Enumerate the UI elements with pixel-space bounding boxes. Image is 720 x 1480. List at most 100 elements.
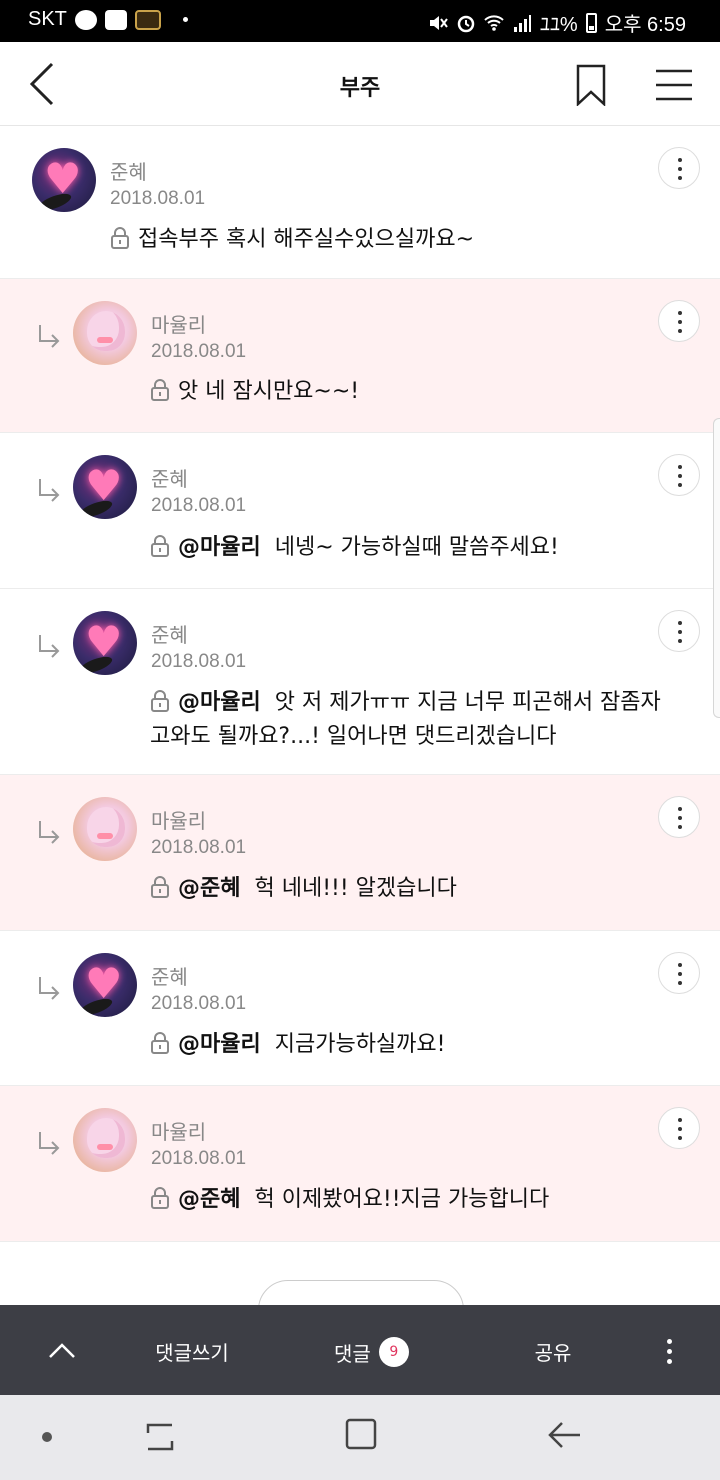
comment-author[interactable]: 준혜: [151, 619, 188, 648]
comment-body: 앗 네 잠시만요~~!: [150, 375, 690, 409]
wifi-icon: [484, 14, 504, 31]
bookmark-icon[interactable]: [574, 64, 608, 106]
image-icon: [104, 9, 127, 30]
hamburger-menu-icon[interactable]: [654, 68, 694, 102]
comment-text: 접속부주 혹시 해주실수있으실까요~: [138, 227, 475, 252]
comment-item: 준혜 2018.08.01 접속부주 혹시 해주실수있으실까요~: [0, 126, 720, 279]
mention-link[interactable]: @마율리: [178, 690, 261, 715]
nav-dot-icon[interactable]: [42, 1432, 52, 1442]
reply-item: 마율리 2018.08.01 @준혜 헉 이제봤어요!!지금 가능합니다: [0, 1086, 720, 1242]
comment-date: 2018.08.01: [151, 341, 247, 362]
reply-arrow-icon: [39, 977, 60, 1000]
avatar[interactable]: [73, 301, 137, 365]
talk-icon: [74, 9, 97, 30]
comment-author[interactable]: 마율리: [151, 1116, 206, 1145]
status-left: SKT: [28, 8, 188, 31]
comment-author[interactable]: 준혜: [151, 961, 188, 990]
mention-link[interactable]: @준혜: [178, 1187, 240, 1212]
home-square-icon[interactable]: [344, 1417, 378, 1451]
lock-icon: [151, 1032, 169, 1054]
system-nav-bar: [0, 1395, 720, 1480]
mention-link[interactable]: @마율리: [178, 535, 261, 560]
more-options-icon[interactable]: [656, 1335, 682, 1367]
share-button[interactable]: 공유: [530, 1337, 576, 1366]
comment-text: 헉 이제봤어요!!지금 가능합니다: [254, 1187, 550, 1212]
reply-arrow-icon: [39, 821, 60, 844]
page-title: 부주: [339, 76, 381, 101]
comment-text: 앗 저 제가ㅠㅠ 지금 너무 피곤해서 잠좀자: [274, 690, 661, 715]
avatar[interactable]: [32, 148, 96, 212]
mention-link[interactable]: @마율리: [178, 1032, 261, 1057]
reply-arrow-icon: [39, 325, 60, 348]
comment-text-continued: 고와도 될까요?...! 일어나면 댓드리겠습니다: [150, 724, 557, 749]
comment-date: 2018.08.01: [110, 188, 206, 209]
comments-button[interactable]: 댓글 9: [334, 1337, 409, 1367]
comment-author[interactable]: 준혜: [151, 463, 188, 492]
scroll-handle[interactable]: [713, 418, 720, 718]
avatar[interactable]: [73, 797, 137, 861]
signal-icon: [513, 14, 531, 32]
comment-list: 준혜 2018.08.01 접속부주 혹시 해주실수있으실까요~ 마율리 201…: [0, 126, 720, 1242]
comment-body: @마율리 지금가능하실까요!: [150, 1028, 690, 1062]
comment-text: 헉 네네!!! 알겠습니다: [254, 876, 457, 901]
comment-more-button[interactable]: [658, 796, 700, 838]
comment-more-button[interactable]: [658, 147, 700, 189]
reply-item: 준혜 2018.08.01 @마율리 앗 저 제가ㅠㅠ 지금 너무 피곤해서 잠좀…: [0, 589, 720, 775]
more-notifications-icon: [182, 17, 188, 22]
lock-icon: [151, 379, 169, 401]
reply-item: 준혜 2018.08.01 @마율리 지금가능하실까요!: [0, 931, 720, 1086]
comment-more-button[interactable]: [658, 454, 700, 496]
battery-percent: ﾕﾕ%: [539, 14, 578, 36]
avatar[interactable]: [73, 953, 137, 1017]
avatar[interactable]: [73, 1108, 137, 1172]
comment-body: @마율리 앗 저 제가ㅠㅠ 지금 너무 피곤해서 잠좀자고와도 될까요?...! …: [150, 686, 690, 754]
reply-arrow-icon: [39, 635, 60, 658]
comment-text: 지금가능하실까요!: [274, 1032, 446, 1057]
comment-body: 접속부주 혹시 해주실수있으실까요~: [110, 223, 690, 257]
comment-author[interactable]: 마율리: [151, 805, 206, 834]
alarm-icon: [457, 15, 475, 32]
comment-body: @준혜 헉 이제봤어요!!지금 가능합니다: [150, 1183, 690, 1217]
lock-icon: [151, 535, 169, 557]
comment-body: @마율리 네넹~ 가능하실때 말씀주세요!: [150, 531, 690, 565]
recent-apps-icon[interactable]: [140, 1419, 180, 1455]
avatar[interactable]: [73, 611, 137, 675]
carrier-label: SKT: [28, 8, 67, 30]
reply-item: 준혜 2018.08.01 @마율리 네넹~ 가능하실때 말씀주세요!: [0, 433, 720, 589]
chevron-up-icon[interactable]: [46, 1335, 78, 1365]
comment-more-button[interactable]: [658, 1107, 700, 1149]
comment-date: 2018.08.01: [151, 837, 247, 858]
system-back-icon[interactable]: [544, 1417, 584, 1453]
battery-icon: [585, 12, 597, 33]
status-right: ﾕﾕ% 오후 6:59: [428, 8, 686, 37]
lock-icon: [111, 227, 129, 249]
comment-date: 2018.08.01: [151, 651, 247, 672]
comment-author[interactable]: 준혜: [110, 156, 147, 185]
comment-date: 2018.08.01: [151, 495, 247, 516]
avatar[interactable]: [73, 455, 137, 519]
reply-arrow-icon: [39, 1132, 60, 1155]
comment-text: 네넹~ 가능하실때 말씀주세요!: [274, 535, 559, 560]
reply-arrow-icon: [39, 479, 60, 502]
clock: 오후 6:59: [604, 14, 686, 36]
app-header: 부주: [0, 42, 720, 126]
reply-item: 마율리 2018.08.01 앗 네 잠시만요~~!: [0, 279, 720, 433]
reply-item: 마율리 2018.08.01 @준혜 헉 네네!!! 알겠습니다: [0, 775, 720, 931]
write-comment-button[interactable]: 댓글쓰기: [154, 1337, 230, 1366]
comment-date: 2018.08.01: [151, 1148, 247, 1169]
lock-icon: [151, 690, 169, 712]
comment-more-button[interactable]: [658, 610, 700, 652]
comment-body: @준혜 헉 네네!!! 알겠습니다: [150, 872, 690, 906]
comment-more-button[interactable]: [658, 952, 700, 994]
comments-label: 댓글: [334, 1341, 371, 1366]
lock-icon: [151, 1187, 169, 1209]
comment-count-badge: 9: [378, 1337, 409, 1367]
status-bar: SKT ﾕﾕ% 오후 6:59: [0, 0, 720, 42]
bottom-action-bar: 댓글쓰기 댓글 9 공유: [0, 1305, 720, 1395]
comment-text: 앗 네 잠시만요~~!: [178, 379, 360, 404]
comment-more-button[interactable]: [658, 300, 700, 342]
comment-date: 2018.08.01: [151, 993, 247, 1014]
mention-link[interactable]: @준혜: [178, 876, 240, 901]
mute-icon: [429, 15, 448, 30]
comment-author[interactable]: 마율리: [151, 309, 206, 338]
